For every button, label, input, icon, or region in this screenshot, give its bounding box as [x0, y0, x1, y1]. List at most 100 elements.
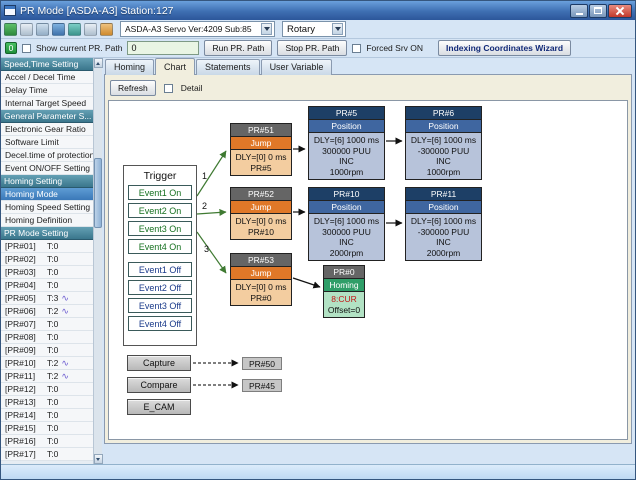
- sidebar-scrollbar[interactable]: [93, 58, 102, 464]
- pr-node-jump-51[interactable]: PR#51 Jump DLY=[0] 0 ms PR#5: [230, 123, 292, 176]
- pr-node-position-11[interactable]: PR#11 Position DLY=[6] 1000 ms -300000 P…: [405, 187, 482, 261]
- chart-controls: Refresh Detail: [108, 78, 628, 98]
- minimize-button[interactable]: [570, 4, 588, 18]
- nav-header-speed-time[interactable]: Speed,Time Setting: [1, 58, 93, 71]
- sidebar-item-pr[interactable]: [PR#14] T:0: [1, 409, 93, 422]
- compare-button[interactable]: Compare: [127, 377, 191, 393]
- servo-version-combo[interactable]: ASDA-A3 Servo Ver:4209 Sub:85: [120, 21, 275, 37]
- sidebar-item-pr[interactable]: [PR#17] T:0: [1, 448, 93, 461]
- node-action: Jump: [231, 267, 291, 280]
- tab-homing[interactable]: Homing: [105, 59, 154, 75]
- sidebar-item-pr[interactable]: [PR#11] T:2 ∿: [1, 370, 93, 383]
- flowchart-canvas: 1 2 3 Trigger Event1 OnEvent2 OnEvent3 O…: [108, 100, 628, 440]
- window-body: Speed,Time Setting Accel / Decel TimeDel…: [1, 58, 635, 464]
- sidebar-item-pr[interactable]: [PR#06] T:2 ∿: [1, 305, 93, 318]
- ecam-button[interactable]: E_CAM: [127, 399, 191, 415]
- run-pr-path-button[interactable]: Run PR. Path: [204, 40, 272, 56]
- toolbar-icon-3[interactable]: [36, 23, 49, 36]
- pr-node-position-6[interactable]: PR#6 Position DLY=[6] 1000 ms -300000 PU…: [405, 106, 482, 180]
- mode-select-combo[interactable]: Rotary: [282, 21, 346, 37]
- node-header: PR#11: [406, 188, 481, 201]
- pr-node-position-5[interactable]: PR#5 Position DLY=[6] 1000 ms 300000 PUU…: [308, 106, 385, 180]
- sidebar-item-pr[interactable]: [PR#02] T:0: [1, 253, 93, 266]
- pr-node-jump-53[interactable]: PR#53 Jump DLY=[0] 0 ms PR#0: [230, 253, 292, 306]
- sidebar-item[interactable]: Accel / Decel Time: [1, 71, 93, 84]
- tab-chart[interactable]: Chart: [155, 58, 195, 75]
- node-header: PR#53: [231, 254, 291, 267]
- sidebar-item-pr[interactable]: [PR#03] T:0: [1, 266, 93, 279]
- title-bar: PR Mode [ASDA-A3] Station:127: [1, 1, 635, 20]
- sidebar-item-pr[interactable]: [PR#07] T:0: [1, 318, 93, 331]
- sidebar-item-homing-mode[interactable]: Homing Mode: [1, 188, 93, 201]
- toolbar-icon-6[interactable]: [84, 23, 97, 36]
- sidebar-item-pr[interactable]: [PR#08] T:0: [1, 331, 93, 344]
- detail-label: Detail: [181, 83, 203, 93]
- speed-line: 2000rpm: [309, 248, 384, 259]
- sidebar-item[interactable]: Delay Time: [1, 84, 93, 97]
- delay-line: DLY=[0] 0 ms: [231, 152, 291, 163]
- sidebar-item[interactable]: Internal Target Speed: [1, 97, 93, 110]
- event-on-box[interactable]: Event1 On: [128, 185, 192, 200]
- nav-column: Speed,Time Setting Accel / Decel TimeDel…: [1, 58, 93, 464]
- mode-line: INC: [406, 237, 481, 248]
- path-number-input[interactable]: [127, 41, 199, 55]
- sidebar-item-pr[interactable]: [PR#09] T:0: [1, 344, 93, 357]
- sidebar-item-pr[interactable]: [PR#05] T:3 ∿: [1, 292, 93, 305]
- pr-node-homing-0[interactable]: PR#0 Homing 8:CUR Offset=0: [323, 265, 365, 318]
- scrollbar-thumb[interactable]: [94, 158, 102, 228]
- nav-header-pr-mode[interactable]: PR Mode Setting: [1, 227, 93, 240]
- tab-user-variable[interactable]: User Variable: [261, 59, 333, 75]
- indexing-wizard-button[interactable]: Indexing Coordinates Wizard: [438, 40, 571, 56]
- sidebar-item-homing-definition[interactable]: Homing Definition: [1, 214, 93, 227]
- node-body: DLY=[6] 1000 ms -300000 PUU INC 1000rpm: [406, 133, 481, 179]
- toolbar-icon-2[interactable]: [20, 23, 33, 36]
- sidebar-item[interactable]: Decel.time of protection: [1, 149, 93, 162]
- nav-header-general[interactable]: General Parameter S...: [1, 110, 93, 123]
- sidebar-item[interactable]: Software Limit: [1, 136, 93, 149]
- toolbar-icon-5[interactable]: [68, 23, 81, 36]
- scrollbar-track[interactable]: [94, 68, 103, 454]
- sidebar-item-pr[interactable]: [PR#04] T:0: [1, 279, 93, 292]
- pr-node-position-10[interactable]: PR#10 Position DLY=[6] 1000 ms 300000 PU…: [308, 187, 385, 261]
- capture-button[interactable]: Capture: [127, 355, 191, 371]
- sidebar-item[interactable]: Electronic Gear Ratio: [1, 123, 93, 136]
- show-path-checkbox[interactable]: [22, 44, 31, 53]
- event-on-box[interactable]: Event2 On: [128, 203, 192, 218]
- stop-pr-path-button[interactable]: Stop PR. Path: [277, 40, 347, 56]
- toolbar-icon-7[interactable]: [100, 23, 113, 36]
- speed-line: 1000rpm: [309, 167, 384, 178]
- toolbar-pr-path: 0 Show current PR. Path Run PR. Path Sto…: [1, 39, 635, 58]
- sidebar-item[interactable]: Event ON/OFF Setting: [1, 162, 93, 175]
- sidebar-item-pr[interactable]: [PR#15] T:0: [1, 422, 93, 435]
- maximize-button[interactable]: [589, 4, 607, 18]
- detail-checkbox[interactable]: [164, 84, 173, 93]
- toolbar-icon-1[interactable]: [4, 23, 17, 36]
- trigger-box: Trigger Event1 OnEvent2 OnEvent3 OnEvent…: [123, 165, 197, 346]
- event-off-box[interactable]: Event2 Off: [128, 280, 192, 295]
- event-on-box[interactable]: Event3 On: [128, 221, 192, 236]
- nav-header-homing[interactable]: Homing Setting: [1, 175, 93, 188]
- sidebar-item-pr[interactable]: [PR#13] T:0: [1, 396, 93, 409]
- node-header: PR#10: [309, 188, 384, 201]
- sidebar-item-pr[interactable]: [PR#16] T:0: [1, 435, 93, 448]
- tab-statements[interactable]: Statements: [196, 59, 260, 75]
- pr-type-icon: ∿: [61, 305, 69, 317]
- close-button[interactable]: [608, 4, 632, 18]
- sidebar-item-pr[interactable]: [PR#12] T:0: [1, 383, 93, 396]
- event-off-box[interactable]: Event3 Off: [128, 298, 192, 313]
- refresh-button[interactable]: Refresh: [110, 80, 156, 96]
- distance-line: -300000 PUU: [406, 227, 481, 238]
- speed-line: 2000rpm: [406, 248, 481, 259]
- event-off-box[interactable]: Event4 Off: [128, 316, 192, 331]
- event-on-box[interactable]: Event4 On: [128, 239, 192, 254]
- sidebar-item-pr[interactable]: [PR#10] T:2 ∿: [1, 357, 93, 370]
- node-body: DLY=[0] 0 ms PR#5: [231, 150, 291, 175]
- forced-srv-checkbox[interactable]: [352, 44, 361, 53]
- toolbar-icon-4[interactable]: [52, 23, 65, 36]
- pr-node-jump-52[interactable]: PR#52 Jump DLY=[0] 0 ms PR#10: [230, 187, 292, 240]
- node-action: Homing: [324, 279, 364, 292]
- sidebar-item-pr[interactable]: [PR#01] T:0: [1, 240, 93, 253]
- node-action: Jump: [231, 137, 291, 150]
- event-off-box[interactable]: Event1 Off: [128, 262, 192, 277]
- sidebar-item-homing-speed[interactable]: Homing Speed Setting: [1, 201, 93, 214]
